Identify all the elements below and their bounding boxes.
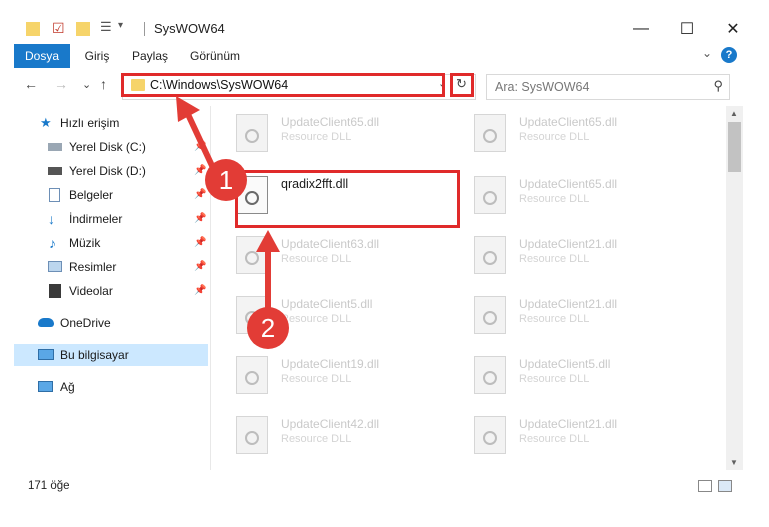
step-badge-2: 2: [247, 307, 289, 349]
file-explorer-window: ☑ ☰ ▾ SysWOW64 — ☐ ✕ Dosya Giriş Paylaş …: [0, 0, 769, 527]
arrow-1-line: [183, 108, 217, 172]
arrow-2-head: [256, 230, 280, 252]
annotation-arrows: [176, 96, 280, 310]
step-badge-1: 1: [205, 159, 247, 201]
